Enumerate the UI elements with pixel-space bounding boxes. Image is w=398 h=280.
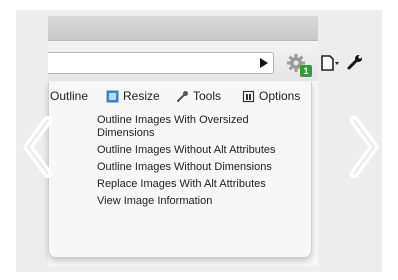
tab-label: Outline [50,89,89,103]
options-icon [242,90,255,102]
menu-item-view-info[interactable]: View Image Information [97,195,309,208]
tab-label: Tools [193,89,222,103]
menu-item-outline-no-alt[interactable]: Outline Images Without Alt Attributes [97,144,309,157]
tab-resize[interactable]: Resize [106,87,160,105]
address-bar[interactable] [48,52,274,74]
tab-label: Resize [123,89,160,103]
page-icon[interactable] [320,54,340,72]
tab-label: Options [259,89,301,103]
play-triangle-icon [260,58,268,68]
tab-outline[interactable]: Outline [50,87,88,105]
go-button[interactable] [256,55,272,71]
menu-item-replace-with-alt[interactable]: Replace Images With Alt Attributes [97,178,309,191]
extension-badge: 1 [300,65,312,77]
menu-item-list: Outline Images With Oversized Dimensions… [97,114,309,212]
tab-tools[interactable]: Tools [176,87,221,105]
menu-tab-bar: Outline Resize Tools Options [48,84,312,108]
tab-options[interactable]: Options [242,87,300,105]
chevron-left-icon[interactable] [18,116,58,178]
wrench-icon [177,90,188,102]
top-strip [0,0,398,8]
wrench-icon[interactable] [346,53,364,71]
menu-item-outline-no-dimensions[interactable]: Outline Images Without Dimensions [97,161,309,174]
chevron-right-icon[interactable] [344,116,384,178]
title-bar [48,16,318,41]
menu-item-outline-oversized[interactable]: Outline Images With Oversized Dimensions [97,114,309,140]
resize-icon [106,90,119,102]
